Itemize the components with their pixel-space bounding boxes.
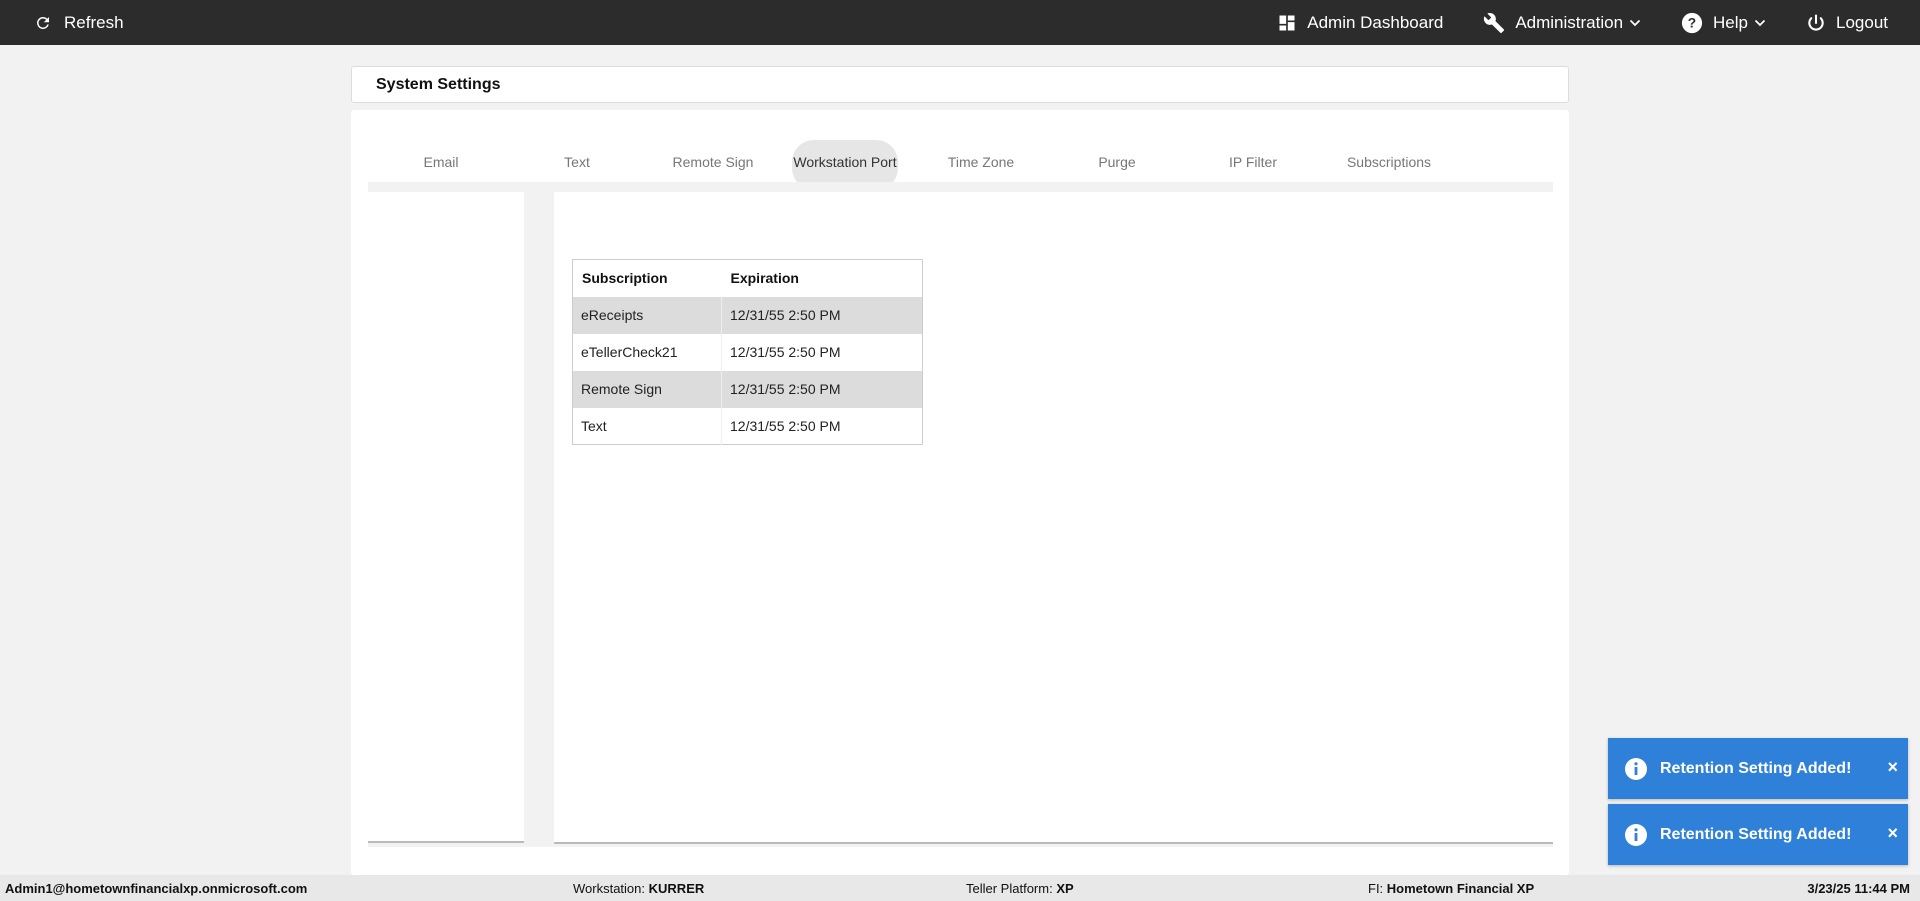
fi-label: FI:: [1368, 881, 1384, 896]
info-circle-icon: [1625, 757, 1647, 780]
status-user: Admin1@hometownfinancialxp.onmicrosoft.c…: [5, 881, 307, 896]
power-icon: [1808, 13, 1824, 31]
workstation-label: Workstation:: [573, 881, 646, 896]
status-bar: Admin1@hometownfinancialxp.onmicrosoft.c…: [0, 875, 1920, 901]
expiration-cell: 12/31/55 2:50 PM: [730, 417, 841, 434]
table-row[interactable]: eReceipts 12/31/55 2:50 PM: [572, 296, 923, 334]
fi-value: Hometown Financial XP: [1386, 881, 1535, 896]
left-pane: [368, 192, 524, 843]
refresh-label: Refresh: [64, 12, 124, 32]
refresh-button[interactable]: Refresh: [34, 0, 124, 45]
chevron-down-icon: [1754, 19, 1766, 26]
subscription-cell: Text: [572, 407, 722, 445]
datetime-value: 3/23/25 11:44 PM: [1807, 881, 1910, 896]
refresh-icon: [37, 16, 49, 29]
logout-label: Logout: [1836, 12, 1888, 32]
svg-text:?: ?: [1688, 15, 1696, 30]
toast-message: Retention Setting Added!: [1660, 825, 1852, 843]
subscription-cell: eReceipts: [572, 296, 722, 334]
page-title: System Settings: [376, 75, 501, 93]
table-row[interactable]: Remote Sign 12/31/55 2:50 PM: [572, 370, 923, 408]
chevron-down-icon: [1629, 19, 1641, 26]
expiration-cell: 12/31/55 2:50 PM: [721, 370, 923, 408]
tab-content: Subscription Expiration eReceipts 12/31/…: [368, 182, 1553, 847]
status-workstation: Workstation: KURRER: [573, 881, 704, 896]
table-header-row: Subscription Expiration: [572, 259, 923, 297]
subscription-cell: Remote Sign: [572, 370, 722, 408]
table-row[interactable]: eTellerCheck21 12/31/55 2:50 PM: [572, 333, 923, 371]
wrench-icon: [1484, 12, 1505, 33]
admin-dashboard-label: Admin Dashboard: [1307, 12, 1444, 32]
help-label: Help: [1713, 12, 1748, 32]
help-circle-icon: ?: [1681, 12, 1703, 33]
expiration-cell: 12/31/55 2:50 PM: [730, 344, 841, 360]
toast-notification: Retention Setting Added! ×: [1608, 804, 1908, 865]
administration-label: Administration: [1515, 12, 1624, 32]
column-header-expiration: Expiration: [721, 259, 923, 297]
toast-close-button[interactable]: ×: [1887, 823, 1898, 844]
settings-panel: Email Text Remote Sign Workstation Port …: [351, 110, 1569, 875]
column-header-subscription: Subscription: [572, 259, 722, 297]
subscriptions-pane: Subscription Expiration eReceipts 12/31/…: [554, 192, 1553, 844]
help-menu[interactable]: ? Help: [1681, 0, 1766, 45]
subscriptions-table: Subscription Expiration eReceipts 12/31/…: [572, 259, 923, 445]
user-email: Admin1@hometownfinancialxp.onmicrosoft.c…: [5, 881, 308, 896]
expiration-cell: 12/31/55 2:50 PM: [721, 296, 923, 334]
toast-notification: Retention Setting Added! ×: [1608, 738, 1908, 799]
top-navigation-bar: Refresh Admin Dashboard Administration ?…: [0, 0, 1920, 45]
table-row[interactable]: Text 12/31/55 2:50 PM: [572, 407, 923, 445]
status-fi: FI: Hometown Financial XP: [1368, 881, 1534, 896]
platform-label: Teller Platform:: [966, 881, 1053, 896]
platform-value: XP: [1056, 881, 1074, 896]
admin-dashboard-link[interactable]: Admin Dashboard: [1277, 0, 1443, 45]
logout-button[interactable]: Logout: [1806, 0, 1888, 45]
dashboard-icon: [1279, 15, 1295, 30]
administration-menu[interactable]: Administration: [1483, 0, 1641, 45]
status-datetime: 3/23/25 11:44 PM: [1807, 881, 1910, 896]
status-platform: Teller Platform: XP: [966, 881, 1074, 896]
settings-header: System Settings: [351, 66, 1569, 103]
toast-close-button[interactable]: ×: [1887, 757, 1898, 778]
toast-message: Retention Setting Added!: [1660, 759, 1852, 777]
subscription-cell: eTellerCheck21: [572, 333, 722, 371]
workstation-value: KURRER: [648, 881, 705, 896]
info-circle-icon: [1625, 823, 1647, 846]
